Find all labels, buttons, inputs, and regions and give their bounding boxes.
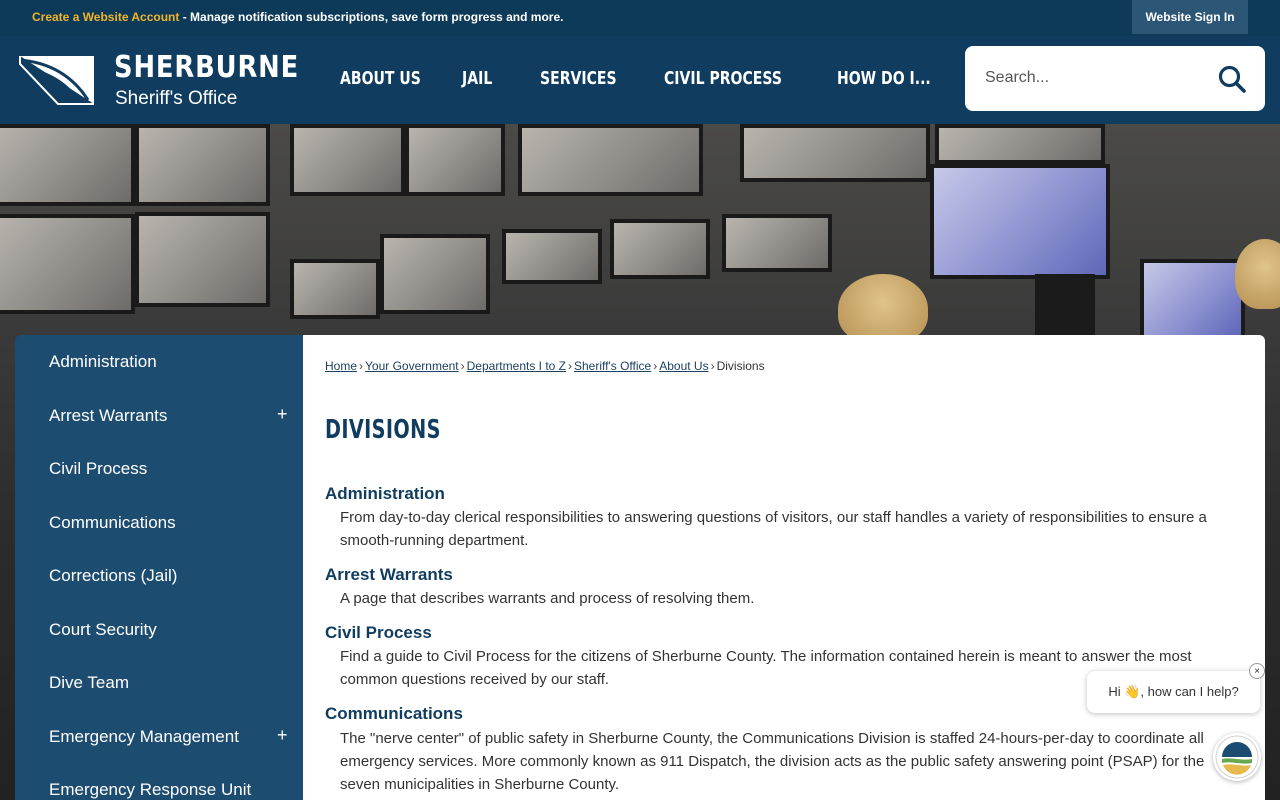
page-title: DIVISIONS [325, 415, 441, 445]
monitor-screen [935, 124, 1105, 164]
sidebar-item-administration[interactable]: Administration [49, 352, 157, 372]
operator-person [1235, 239, 1280, 309]
division-description: A page that describes warrants and proce… [340, 590, 755, 607]
breadcrumb-separator: › [359, 359, 364, 373]
breadcrumb-departments[interactable]: Departments I to Z [467, 359, 566, 373]
breadcrumb: Home › Your Government › Departments I to Z ›… [325, 359, 765, 373]
operator-person [838, 274, 928, 344]
expand-plus-icon[interactable]: + [277, 725, 288, 746]
breadcrumb-about-us[interactable]: About Us [659, 359, 708, 373]
logo-name[interactable]: SHERBURNE [114, 50, 299, 85]
division-description: From day-to-day clerical responsibilitie… [340, 509, 1207, 549]
monitor-screen [740, 124, 930, 182]
nav-services[interactable]: SERVICES [540, 68, 617, 89]
sidebar-item-corrections-jail[interactable]: Corrections (Jail) [49, 566, 177, 586]
monitor-screen [290, 124, 405, 196]
chat-avatar-icon[interactable] [1213, 733, 1261, 781]
nav-jail[interactable]: JAIL [462, 68, 492, 89]
site-header: SHERBURNE Sheriff's Office ABOUT US JAIL… [0, 36, 1280, 124]
division-title-communications[interactable]: Communications [325, 704, 463, 724]
nav-about-us[interactable]: ABOUT US [340, 68, 421, 89]
monitor-screen [380, 234, 490, 314]
sidebar-item-court-security[interactable]: Court Security [49, 620, 157, 640]
monitor-screen [1140, 259, 1245, 339]
breadcrumb-separator: › [568, 359, 572, 373]
division-title-administration[interactable]: Administration [325, 484, 445, 504]
search-input[interactable]: Search... [965, 46, 1265, 111]
monitor-screen [502, 229, 602, 284]
sidebar-item-emergency-management[interactable]: Emergency Management [49, 727, 239, 747]
monitor-screen [405, 124, 505, 196]
website-sign-in-button[interactable]: Website Sign In [1132, 0, 1248, 34]
nav-civil-process[interactable]: CIVIL PROCESS [664, 68, 782, 89]
main-content: Home › Your Government › Departments I to Z ›… [303, 335, 1265, 800]
breadcrumb-separator: › [710, 359, 715, 373]
monitor-screen [135, 124, 270, 206]
nav-how-do-i[interactable]: HOW DO I... [837, 68, 931, 89]
sidebar-item-emergency-response-unit[interactable]: Emergency Response Unit [49, 780, 251, 800]
breadcrumb-sheriffs-office[interactable]: Sheriff's Office [574, 359, 651, 373]
monitor-screen [722, 214, 832, 272]
monitor-screen [0, 214, 135, 314]
monitor-screen [135, 212, 270, 307]
create-account-link[interactable]: Create a Website Account [32, 10, 179, 24]
create-account-description: - Manage notification subscriptions, sav… [179, 10, 564, 24]
monitor-screen [610, 219, 710, 279]
monitor-screen [0, 124, 135, 206]
sherburne-logo-icon[interactable] [18, 52, 96, 106]
logo-subtitle[interactable]: Sheriff's Office [115, 88, 237, 110]
division-title-civil-process[interactable]: Civil Process [325, 623, 432, 643]
breadcrumb-separator: › [460, 359, 465, 373]
monitor-screen [1035, 274, 1095, 339]
sidebar-item-arrest-warrants[interactable]: Arrest Warrants [49, 406, 167, 426]
sidebar-item-dive-team[interactable]: Dive Team [49, 673, 129, 693]
expand-plus-icon[interactable]: + [277, 404, 288, 425]
breadcrumb-separator: › [653, 359, 658, 373]
sidebar-nav: Administration Arrest Warrants + Civil P… [15, 335, 303, 800]
division-description: The "nerve center" of public safety in S… [340, 730, 1205, 793]
breadcrumb-current: Divisions [716, 359, 765, 373]
create-account-banner: Create a Website Account - Manage notifi… [32, 10, 563, 24]
chat-greeting-bubble[interactable]: Hi 👋, how can I help? [1087, 671, 1260, 713]
monitor-screen [930, 164, 1110, 279]
chat-close-icon[interactable]: × [1249, 663, 1265, 679]
breadcrumb-home[interactable]: Home [325, 359, 357, 373]
sidebar-item-civil-process[interactable]: Civil Process [49, 459, 147, 479]
sidebar-item-communications[interactable]: Communications [49, 513, 176, 533]
utility-bar: Create a Website Account - Manage notifi… [0, 0, 1280, 36]
monitor-screen [518, 124, 703, 196]
division-title-arrest-warrants[interactable]: Arrest Warrants [325, 565, 453, 585]
monitor-screen [290, 259, 380, 319]
search-placeholder: Search... [985, 69, 1050, 86]
search-icon[interactable] [1217, 64, 1247, 94]
breadcrumb-your-government[interactable]: Your Government [365, 359, 459, 373]
